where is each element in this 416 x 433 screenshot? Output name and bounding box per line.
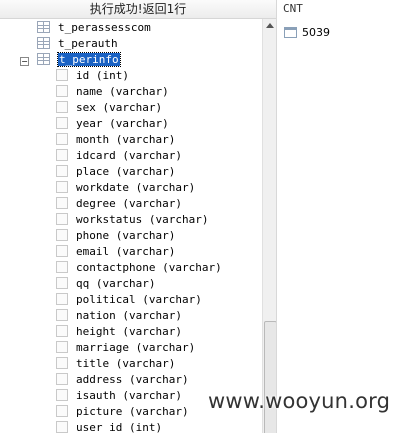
- tree-field-row[interactable]: email (varchar): [56, 244, 175, 260]
- tree-field-row[interactable]: picture (varchar): [56, 404, 189, 420]
- tree-table-row-selected[interactable]: t_perinfo: [37, 52, 121, 68]
- tree-field-row[interactable]: degree (varchar): [56, 196, 182, 212]
- field-label: email (varchar): [76, 245, 176, 258]
- column-icon: [56, 389, 68, 401]
- tree-field-row[interactable]: height (varchar): [56, 324, 182, 340]
- column-icon: [56, 309, 68, 321]
- column-icon: [56, 293, 68, 305]
- field-label: year (varchar): [76, 117, 169, 130]
- column-icon: [56, 149, 68, 161]
- scroll-up-arrow-icon[interactable]: [266, 23, 274, 28]
- field-label: marriage (varchar): [76, 341, 196, 354]
- field-label: workstatus (varchar): [76, 213, 209, 226]
- tree-field-row[interactable]: sex (varchar): [56, 100, 162, 116]
- tree-field-row[interactable]: place (varchar): [56, 164, 175, 180]
- field-label: isauth (varchar): [76, 389, 182, 402]
- table-icon: [37, 21, 50, 33]
- tree-field-row[interactable]: address (varchar): [56, 372, 189, 388]
- field-label: user id (int): [76, 421, 163, 433]
- field-label: id (int): [76, 69, 129, 82]
- query-status-header: 执行成功!返回1行: [0, 0, 276, 19]
- field-label: political (varchar): [76, 293, 202, 306]
- field-label: title (varchar): [76, 357, 176, 370]
- table-name: t_perinfo: [57, 52, 121, 67]
- column-icon: [56, 181, 68, 193]
- result-value: 5039: [302, 26, 330, 39]
- tree-field-row[interactable]: workstatus (varchar): [56, 212, 208, 228]
- field-label: picture (varchar): [76, 405, 189, 418]
- field-label: place (varchar): [76, 165, 176, 178]
- column-icon: [56, 117, 68, 129]
- column-icon: [56, 325, 68, 337]
- result-column-header[interactable]: CNT: [283, 2, 303, 15]
- column-icon: [56, 229, 68, 241]
- column-icon: [56, 277, 68, 289]
- tree-field-row[interactable]: user id (int): [56, 420, 162, 433]
- tree-table-row[interactable]: t_perauth: [37, 36, 118, 52]
- column-icon: [56, 245, 68, 257]
- tree-field-row[interactable]: qq (varchar): [56, 276, 155, 292]
- column-icon: [56, 405, 68, 417]
- column-icon: [56, 165, 68, 177]
- column-icon: [56, 341, 68, 353]
- tree-field-row[interactable]: contactphone (varchar): [56, 260, 222, 276]
- tree-table-row[interactable]: t_perassesscom: [37, 20, 151, 36]
- field-label: address (varchar): [76, 373, 189, 386]
- field-label: idcard (varchar): [76, 149, 182, 162]
- column-icon: [56, 133, 68, 145]
- column-icon: [56, 69, 68, 81]
- column-icon: [56, 373, 68, 385]
- tree-field-row[interactable]: marriage (varchar): [56, 340, 195, 356]
- field-label: qq (varchar): [76, 277, 156, 290]
- result-cell[interactable]: 5039: [284, 26, 330, 40]
- table-name: t_perassesscom: [58, 21, 151, 34]
- field-label: nation (varchar): [76, 309, 182, 322]
- column-icon: [56, 85, 68, 97]
- field-label: degree (varchar): [76, 197, 182, 210]
- column-icon: [56, 421, 68, 433]
- field-label: phone (varchar): [76, 229, 176, 242]
- tree-field-row[interactable]: political (varchar): [56, 292, 202, 308]
- column-icon: [56, 197, 68, 209]
- tree-field-row[interactable]: phone (varchar): [56, 228, 175, 244]
- field-label: workdate (varchar): [76, 181, 196, 194]
- results-panel: CNT 5039: [277, 0, 416, 433]
- field-label: height (varchar): [76, 325, 182, 338]
- table-name: t_perauth: [58, 37, 118, 50]
- collapse-toggle-icon[interactable]: −: [20, 57, 29, 66]
- field-label: name (varchar): [76, 85, 169, 98]
- tree-field-row[interactable]: name (varchar): [56, 84, 169, 100]
- column-icon: [56, 261, 68, 273]
- tree-field-row[interactable]: id (int): [56, 68, 129, 84]
- table-icon: [37, 37, 50, 49]
- tree-field-row[interactable]: nation (varchar): [56, 308, 182, 324]
- tree-field-row[interactable]: year (varchar): [56, 116, 169, 132]
- table-icon: [37, 53, 50, 65]
- field-label: month (varchar): [76, 133, 176, 146]
- field-label: contactphone (varchar): [76, 261, 222, 274]
- field-label: sex (varchar): [76, 101, 163, 114]
- tree-field-row[interactable]: idcard (varchar): [56, 148, 182, 164]
- scrollbar-thumb[interactable]: [264, 321, 276, 433]
- vertical-scrollbar[interactable]: [262, 19, 276, 433]
- tree-field-row[interactable]: title (varchar): [56, 356, 175, 372]
- tree-field-row[interactable]: isauth (varchar): [56, 388, 182, 404]
- tree-field-row[interactable]: workdate (varchar): [56, 180, 195, 196]
- column-icon: [56, 213, 68, 225]
- column-icon: [56, 357, 68, 369]
- column-icon: [56, 101, 68, 113]
- tree-field-row[interactable]: month (varchar): [56, 132, 175, 148]
- watermark: www.wooyun.org: [208, 389, 391, 413]
- schema-tree-panel: 执行成功!返回1行 t_perassesscom t_perauth − t_p…: [0, 0, 276, 433]
- row-icon: [284, 26, 297, 38]
